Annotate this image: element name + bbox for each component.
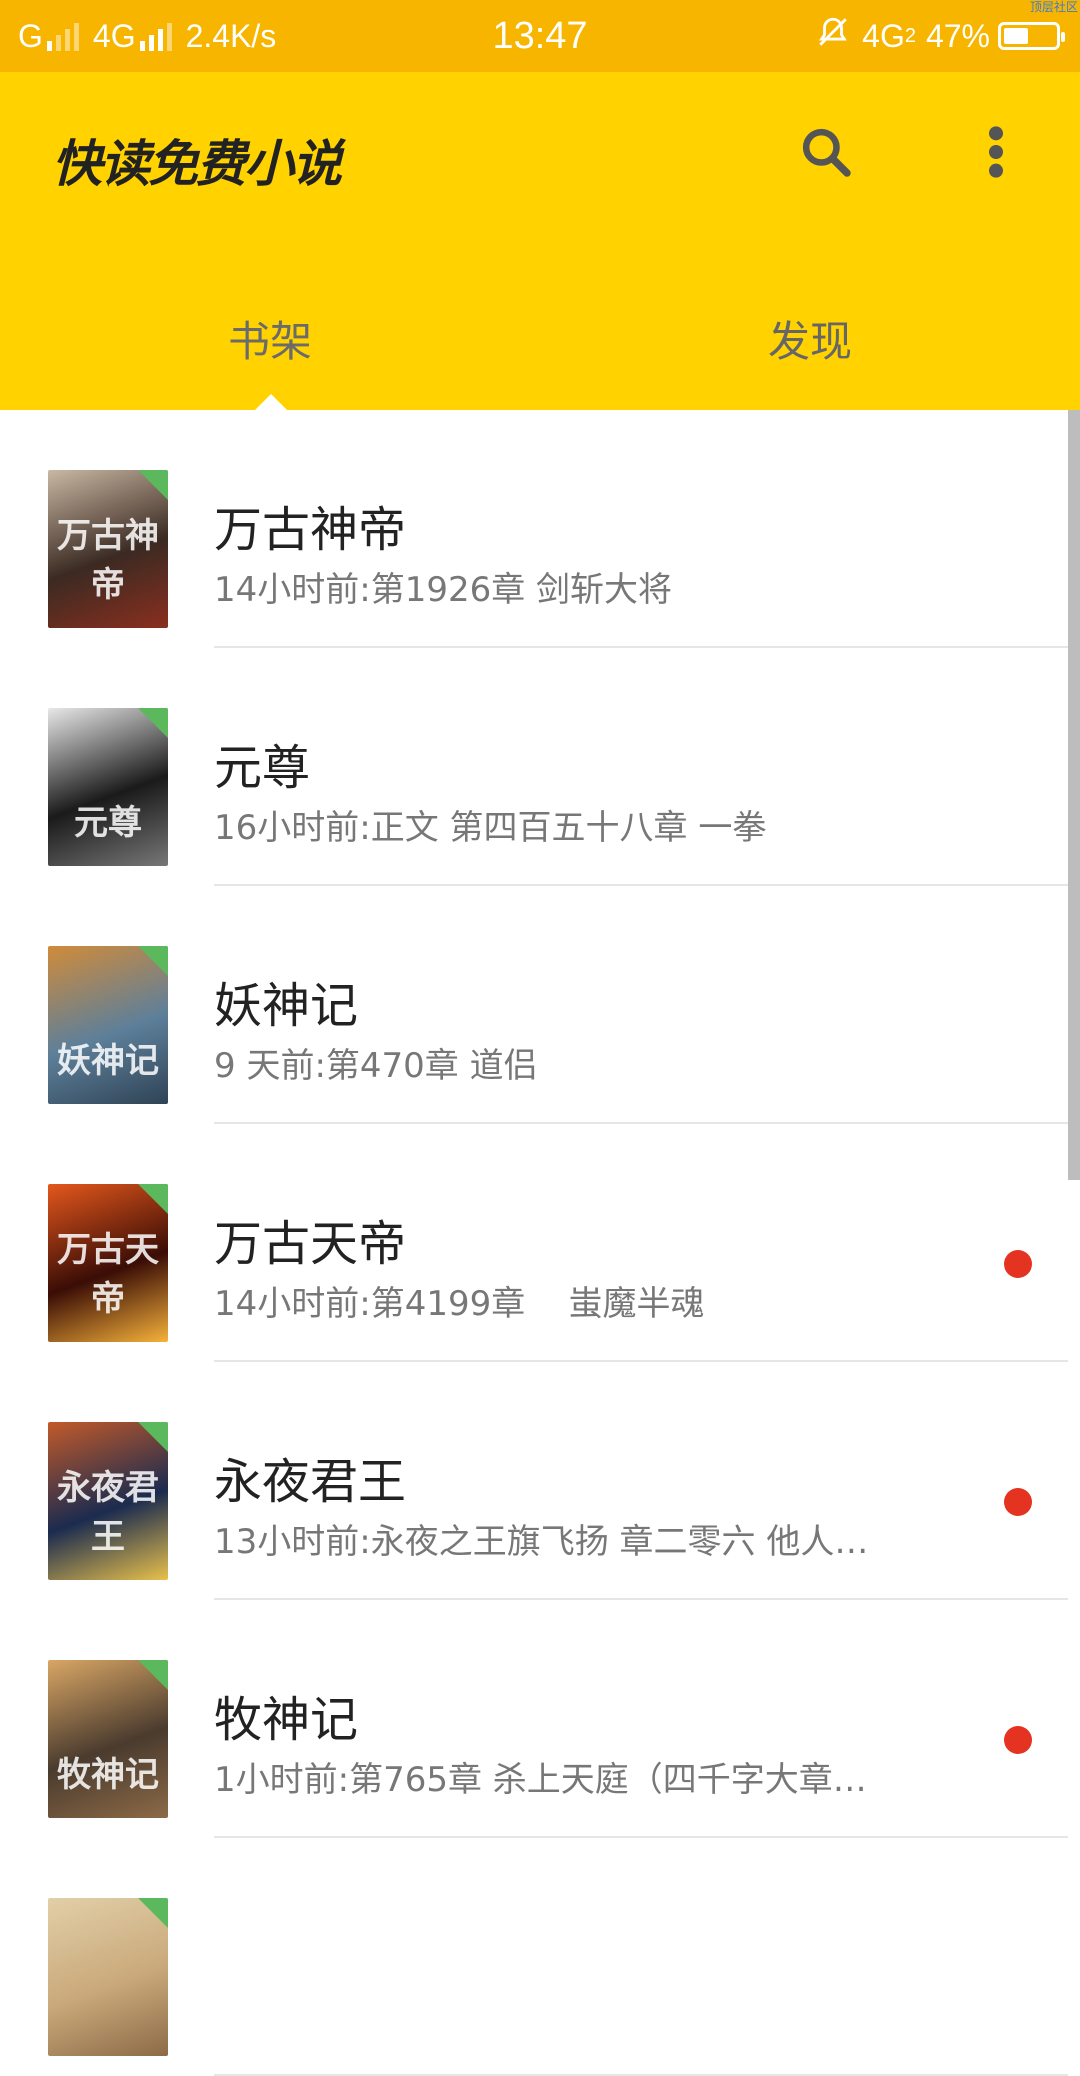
book-update: 14小时前:第4199章 蚩魔半魂 [214,1284,705,1324]
status-right: 4G 2 47% [816,14,1065,58]
book-update: 13小时前:永夜之王旗飞扬 章二零六 他人… [214,1522,869,1562]
unread-dot [1004,1250,1032,1278]
unread-dot [1004,1726,1032,1754]
cover-title: 万古神帝 [57,516,159,605]
book-title: 万古神帝 [214,502,407,558]
book-cover[interactable] [48,1898,168,2056]
cover-title: 妖神记 [57,1041,159,1081]
book-cover[interactable]: 万古天帝 [48,1184,168,1342]
tab-bar: 书架 发现 [0,292,1080,410]
book-cover[interactable]: 牧神记 [48,1660,168,1818]
cover-corner-badge [138,1184,168,1214]
sim-index: 2 [904,24,916,47]
book-title: 永夜君王 [214,1454,407,1510]
cover-corner-badge [138,1660,168,1690]
book-row[interactable] [0,1838,1068,2076]
book-row[interactable]: 牧神记 牧神记 1小时前:第765章 杀上天庭（四千字大章… [0,1600,1068,1838]
cover-corner-badge [138,946,168,976]
book-row[interactable]: 元尊 元尊 16小时前:正文 第四百五十八章 一拳 [0,648,1068,886]
cover-title: 永夜君王 [57,1468,159,1557]
bookshelf-list: 万古神帝 万古神帝 14小时前:第1926章 剑斩大将 元尊 元尊 16小时前:正文 第四… [0,410,1068,2076]
book-update: 16小时前:正文 第四百五十八章 一拳 [214,808,767,848]
book-title: 万古天帝 [214,1216,407,1272]
network-type: 4G [862,17,905,54]
scrollbar[interactable] [1068,410,1080,1180]
book-cover[interactable]: 元尊 [48,708,168,866]
alarm-off-icon [816,15,850,57]
tab-bookshelf[interactable]: 书架 [0,292,540,392]
battery-icon [998,22,1065,50]
book-row[interactable]: 万古神帝 万古神帝 14小时前:第1926章 剑斩大将 [0,410,1068,648]
cover-corner-badge [138,1422,168,1452]
status-bar: G 4G 2.4K/s 13:47 4G 2 47% 顶层社区 [0,0,1080,72]
book-row[interactable]: 妖神记 妖神记 9 天前:第470章 道侣 [0,886,1068,1124]
cover-title: 万古天帝 [57,1230,159,1319]
app-title: 快读免费小说 [52,135,342,193]
book-cover[interactable]: 妖神记 [48,946,168,1104]
battery-percent: 47% [925,17,990,54]
cover-title: 元尊 [74,803,142,843]
more-vertical-icon[interactable] [966,122,1026,182]
search-icon[interactable] [796,122,856,182]
cover-corner-badge [138,708,168,738]
book-title: 牧神记 [214,1692,359,1748]
app-bar: 快读免费小说 书架 发现 [0,72,1080,410]
book-update: 9 天前:第470章 道侣 [214,1046,538,1086]
unread-dot [1004,1488,1032,1516]
book-cover[interactable]: 万古神帝 [48,470,168,628]
watermark: 顶层社区 [1029,0,1078,14]
book-title: 妖神记 [214,978,359,1034]
cover-corner-badge [138,470,168,500]
book-row[interactable]: 万古天帝 万古天帝 14小时前:第4199章 蚩魔半魂 [0,1124,1068,1362]
cover-corner-badge [138,1898,168,1928]
book-cover[interactable]: 永夜君王 [48,1422,168,1580]
book-update: 14小时前:第1926章 剑斩大将 [214,570,673,610]
book-title: 元尊 [214,740,311,796]
cover-title: 牧神记 [57,1755,159,1795]
tab-discover[interactable]: 发现 [540,292,1080,392]
book-update: 1小时前:第765章 杀上天庭（四千字大章… [214,1760,867,1800]
active-tab-indicator [255,394,287,410]
book-row[interactable]: 永夜君王 永夜君王 13小时前:永夜之王旗飞扬 章二零六 他人… [0,1362,1068,1600]
